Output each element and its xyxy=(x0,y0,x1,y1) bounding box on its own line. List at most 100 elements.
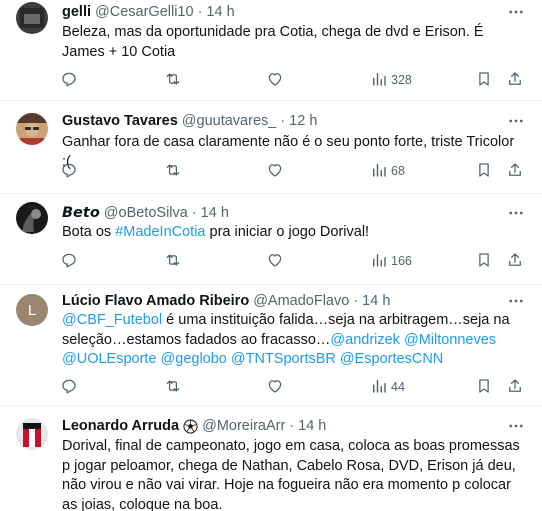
reply-button[interactable] xyxy=(60,69,78,91)
tweet-text: Bota os #MadeInCotia pra iniciar o jogo … xyxy=(62,223,522,243)
share-button[interactable] xyxy=(506,376,524,398)
more-icon[interactable] xyxy=(506,417,526,435)
share-icon xyxy=(506,70,524,91)
share-button[interactable] xyxy=(506,250,524,272)
mention-link[interactable]: @geglobo xyxy=(161,351,227,367)
more-icon[interactable] xyxy=(506,204,526,222)
share-icon xyxy=(506,161,524,182)
view-count: 166 xyxy=(391,254,412,268)
mention-link[interactable]: @CBF_Futebol xyxy=(62,312,162,328)
tweet-header: gelli @CesarGelli10 · 14 h xyxy=(62,3,492,21)
views-icon xyxy=(370,251,388,272)
like-button[interactable] xyxy=(266,160,284,182)
mention-link[interactable]: @andrizek xyxy=(330,332,400,348)
like-button[interactable] xyxy=(266,69,284,91)
timestamp[interactable]: 14 h xyxy=(206,3,234,21)
tweet-text-part: Bota os xyxy=(62,224,116,240)
tweet[interactable]: Gustavo Tavares @guutavares_ · 12 h Ganh… xyxy=(0,101,542,194)
reply-icon xyxy=(60,251,78,272)
display-name[interactable]: Gustavo Tavares xyxy=(62,112,178,130)
display-name[interactable]: gelli xyxy=(62,3,91,21)
reply-icon xyxy=(60,161,78,182)
bookmark-icon xyxy=(475,161,493,182)
mention-link[interactable]: @Miltonneves xyxy=(404,332,496,348)
bookmark-button[interactable] xyxy=(475,69,493,91)
views-icon xyxy=(370,70,388,91)
tweet-actions: 68 xyxy=(54,160,534,182)
share-icon xyxy=(506,251,524,272)
retweet-icon xyxy=(164,161,182,182)
tweet[interactable]: L Lúcio Flavo Amado Ribeiro @AmadoFlavo … xyxy=(0,285,542,406)
user-handle[interactable]: @oBetoSilva xyxy=(104,204,188,222)
views-button[interactable]: 68 xyxy=(370,160,405,182)
retweet-icon xyxy=(164,70,182,91)
bookmark-button[interactable] xyxy=(475,160,493,182)
retweet-button[interactable] xyxy=(164,376,182,398)
reply-button[interactable] xyxy=(60,160,78,182)
tweet-header: Leonardo Arruda @MoreiraArr · 14 h xyxy=(62,417,492,435)
timestamp[interactable]: 12 h xyxy=(289,112,317,130)
user-handle[interactable]: @guutavares_ xyxy=(182,112,277,130)
display-name[interactable]: Leonardo Arruda xyxy=(62,417,179,435)
retweet-button[interactable] xyxy=(164,160,182,182)
hashtag-link[interactable]: #MadeInCotia xyxy=(115,224,205,240)
tweet-header: Gustavo Tavares @guutavares_ · 12 h xyxy=(62,112,492,130)
user-handle[interactable]: @MoreiraArr xyxy=(202,417,285,435)
separator-dot: · xyxy=(280,113,286,129)
tweet-text: Beleza, mas da oportunidade pra Cotia, c… xyxy=(62,24,484,60)
view-count: 44 xyxy=(391,380,405,394)
views-button[interactable]: 166 xyxy=(370,250,412,272)
like-button[interactable] xyxy=(266,250,284,272)
timestamp[interactable]: 14 h xyxy=(362,292,390,310)
retweet-button[interactable] xyxy=(164,69,182,91)
avatar[interactable] xyxy=(16,2,48,34)
separator-dot: · xyxy=(289,418,295,434)
reply-icon xyxy=(60,70,78,91)
tweet-actions: 328 xyxy=(54,69,534,91)
timestamp[interactable]: 14 h xyxy=(201,204,229,222)
separator-dot: · xyxy=(353,293,359,309)
user-handle[interactable]: @CesarGelli10 xyxy=(95,3,194,21)
reply-icon xyxy=(60,377,78,398)
share-button[interactable] xyxy=(506,69,524,91)
like-icon xyxy=(266,70,284,91)
display-name[interactable]: 𝘽𝙚𝙩𝙤 xyxy=(62,204,100,222)
tweet[interactable]: Leonardo Arruda @MoreiraArr · 14 h Doriv… xyxy=(0,406,542,511)
avatar[interactable]: L xyxy=(16,294,48,326)
views-button[interactable]: 328 xyxy=(370,69,412,91)
bookmark-button[interactable] xyxy=(475,250,493,272)
views-icon xyxy=(370,161,388,182)
bookmark-button[interactable] xyxy=(475,376,493,398)
display-name[interactable]: Lúcio Flavo Amado Ribeiro xyxy=(62,292,249,310)
like-icon xyxy=(266,251,284,272)
bookmark-icon xyxy=(475,377,493,398)
tweet-text-part: pra iniciar o jogo Dorival! xyxy=(205,224,370,240)
mention-link[interactable]: @EsportesCNN xyxy=(340,351,443,367)
mention-link[interactable]: @UOLEsporte xyxy=(62,351,157,367)
tweet-text: @CBF_Futebol é uma instituição falida…se… xyxy=(62,311,522,370)
user-handle[interactable]: @AmadoFlavo xyxy=(253,292,349,310)
share-button[interactable] xyxy=(506,160,524,182)
more-icon[interactable] xyxy=(506,3,526,21)
tweet-actions: 166 xyxy=(54,250,534,272)
like-button[interactable] xyxy=(266,376,284,398)
reply-button[interactable] xyxy=(60,250,78,272)
soccer-ball-icon xyxy=(183,418,198,434)
mention-link[interactable]: @TNTSportsBR xyxy=(231,351,336,367)
avatar[interactable] xyxy=(16,202,48,234)
more-icon[interactable] xyxy=(506,112,526,130)
separator-dot: · xyxy=(197,4,203,20)
like-icon xyxy=(266,161,284,182)
retweet-icon xyxy=(164,377,182,398)
tweet[interactable]: gelli @CesarGelli10 · 14 h Beleza, mas d… xyxy=(0,0,542,101)
reply-button[interactable] xyxy=(60,376,78,398)
tweet-header: Lúcio Flavo Amado Ribeiro @AmadoFlavo · … xyxy=(62,292,492,310)
like-icon xyxy=(266,377,284,398)
retweet-button[interactable] xyxy=(164,250,182,272)
timestamp[interactable]: 14 h xyxy=(298,417,326,435)
views-button[interactable]: 44 xyxy=(370,376,405,398)
avatar[interactable] xyxy=(16,113,48,145)
avatar[interactable] xyxy=(16,418,48,450)
tweet[interactable]: 𝘽𝙚𝙩𝙤 @oBetoSilva · 14 h Bota os #MadeInC… xyxy=(0,194,542,285)
more-icon[interactable] xyxy=(506,292,526,310)
